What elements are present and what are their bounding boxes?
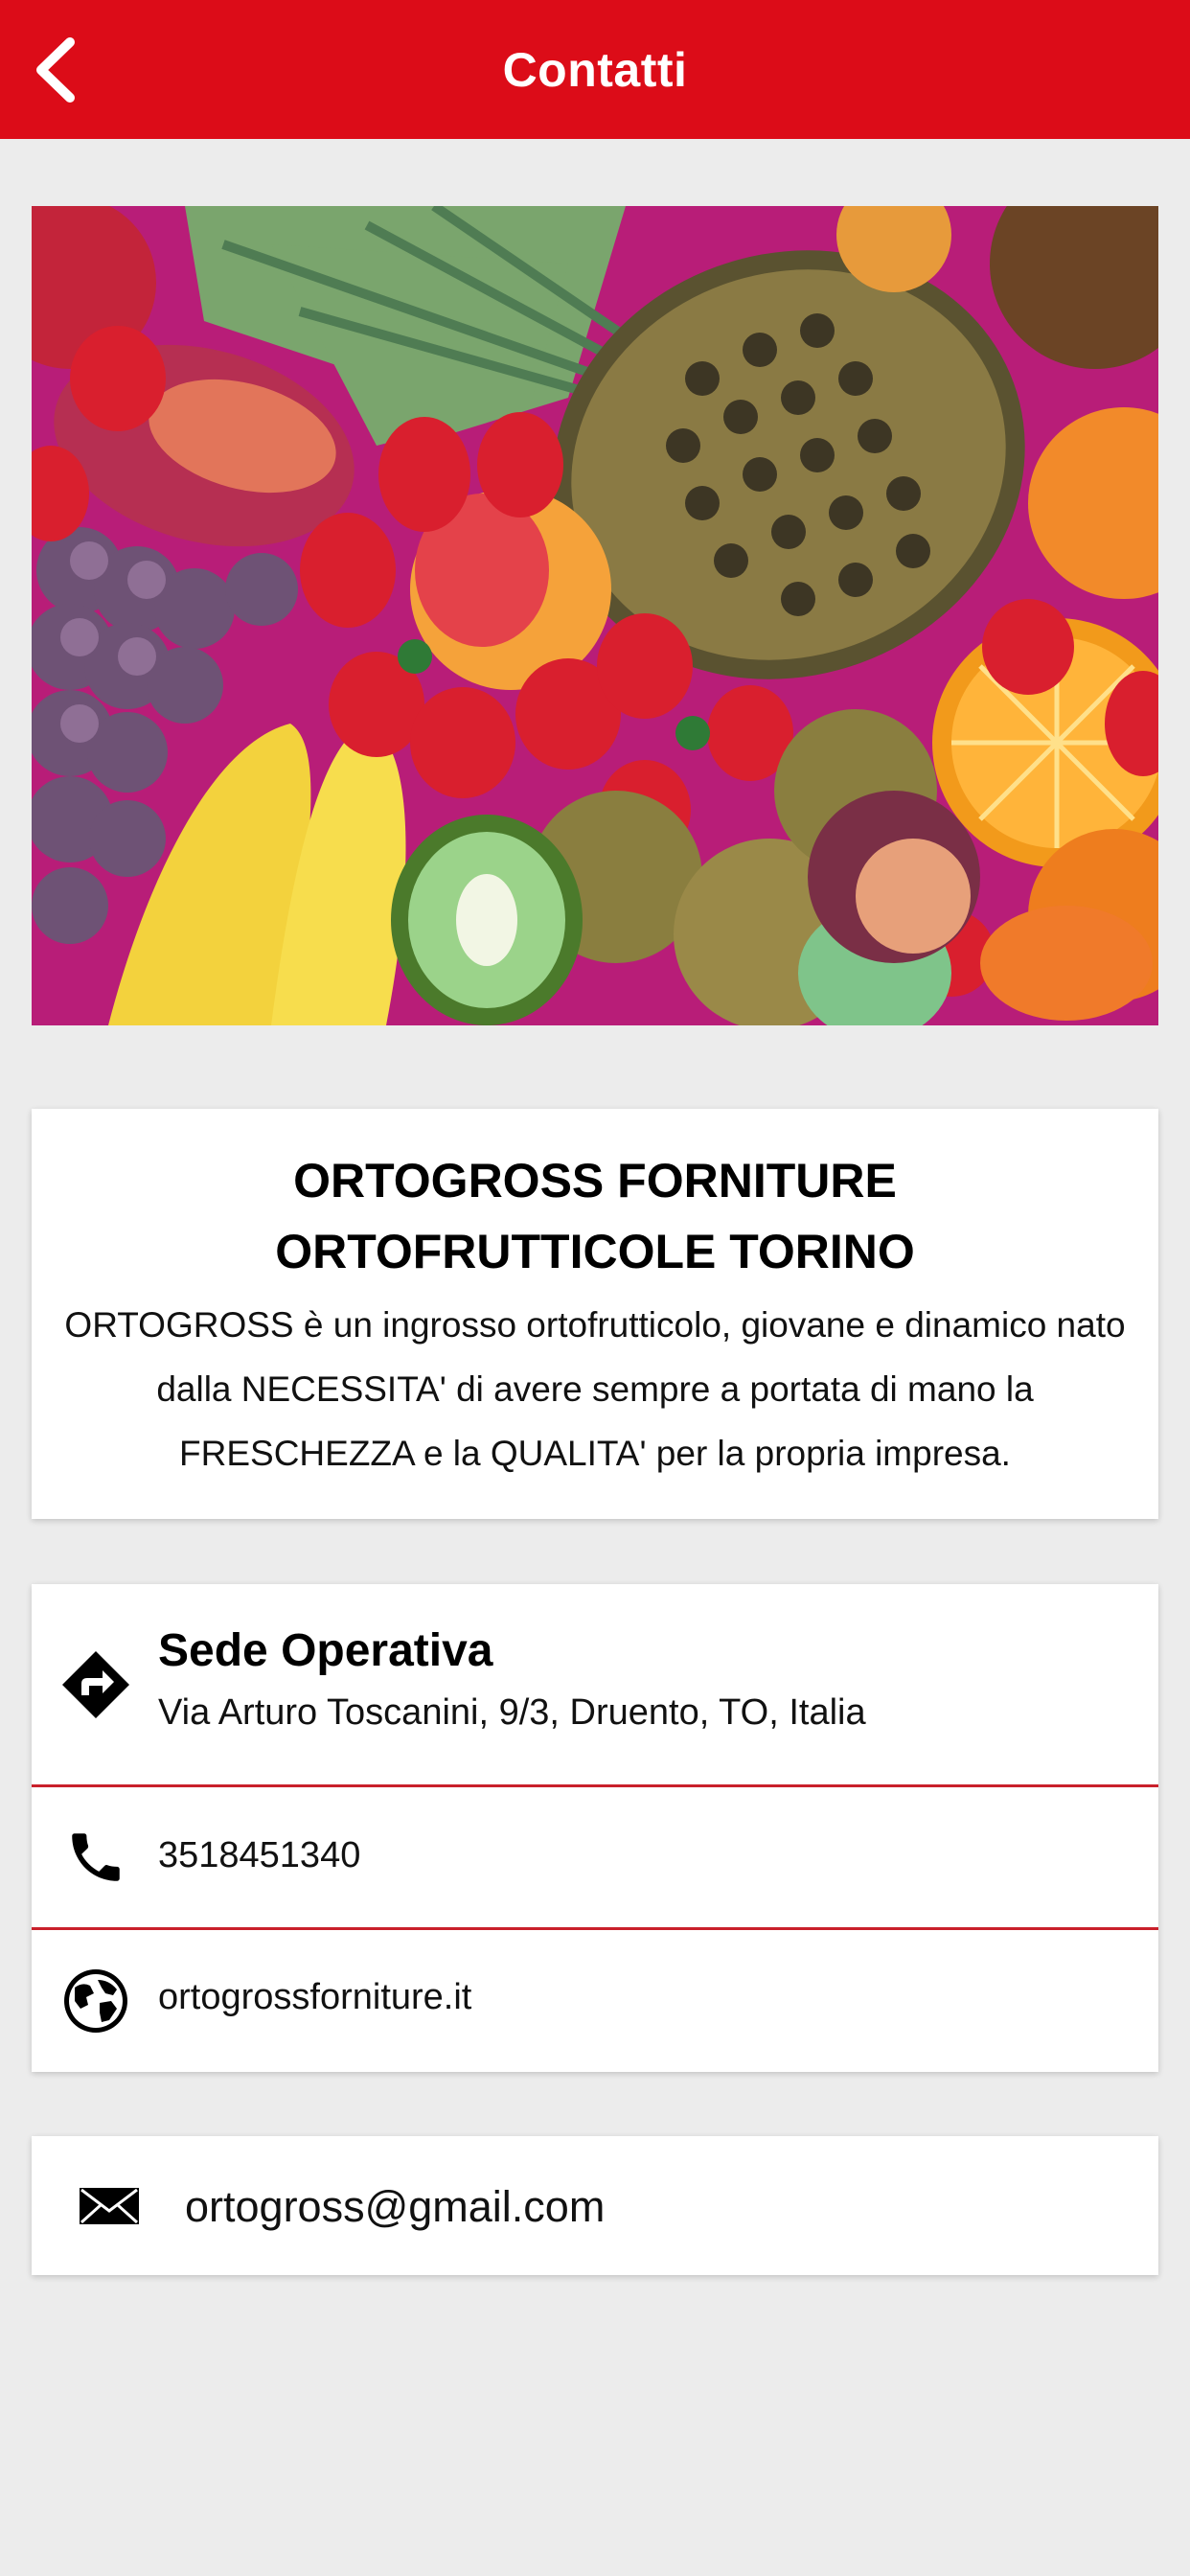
chevron-left-icon — [36, 37, 75, 103]
contacts-card: Sede Operativa Via Arturo Toscanini, 9/3… — [32, 1584, 1158, 2072]
mail-icon — [80, 2188, 139, 2224]
phone-number: 3518451340 — [158, 1835, 361, 1875]
page-title: Contatti — [502, 42, 688, 97]
directions-icon — [58, 1647, 133, 1722]
company-name: ORTOGROSS FORNITURE ORTOFRUTTICOLE TORIN… — [275, 1154, 915, 1278]
address-row[interactable]: Sede Operativa Via Arturo Toscanini, 9/3… — [32, 1584, 1158, 1785]
email-address: ortogross@gmail.com — [185, 2182, 606, 2231]
website-row[interactable]: ortogrossforniture.it — [32, 1929, 1158, 2072]
company-info-card: ORTOGROSS FORNITURE ORTOFRUTTICOLE TORIN… — [32, 1109, 1158, 1519]
phone-icon — [58, 1820, 133, 1895]
navbar: Contatti — [0, 0, 1190, 139]
back-button[interactable] — [17, 29, 94, 111]
address-text: Via Arturo Toscanini, 9/3, Druento, TO, … — [158, 1692, 866, 1733]
email-card: ortogross@gmail.com — [32, 2136, 1158, 2275]
phone-row[interactable]: 3518451340 — [32, 1787, 1158, 1927]
globe-icon — [58, 1964, 133, 2038]
email-row[interactable]: ortogross@gmail.com — [32, 2136, 1158, 2275]
hero-image — [32, 206, 1158, 1025]
company-description: ORTOGROSS è un ingrosso ortofrutticolo, … — [64, 1305, 1126, 1473]
website-link: ortogrossforniture.it — [158, 1977, 472, 2017]
address-title: Sede Operativa — [158, 1625, 493, 1676]
